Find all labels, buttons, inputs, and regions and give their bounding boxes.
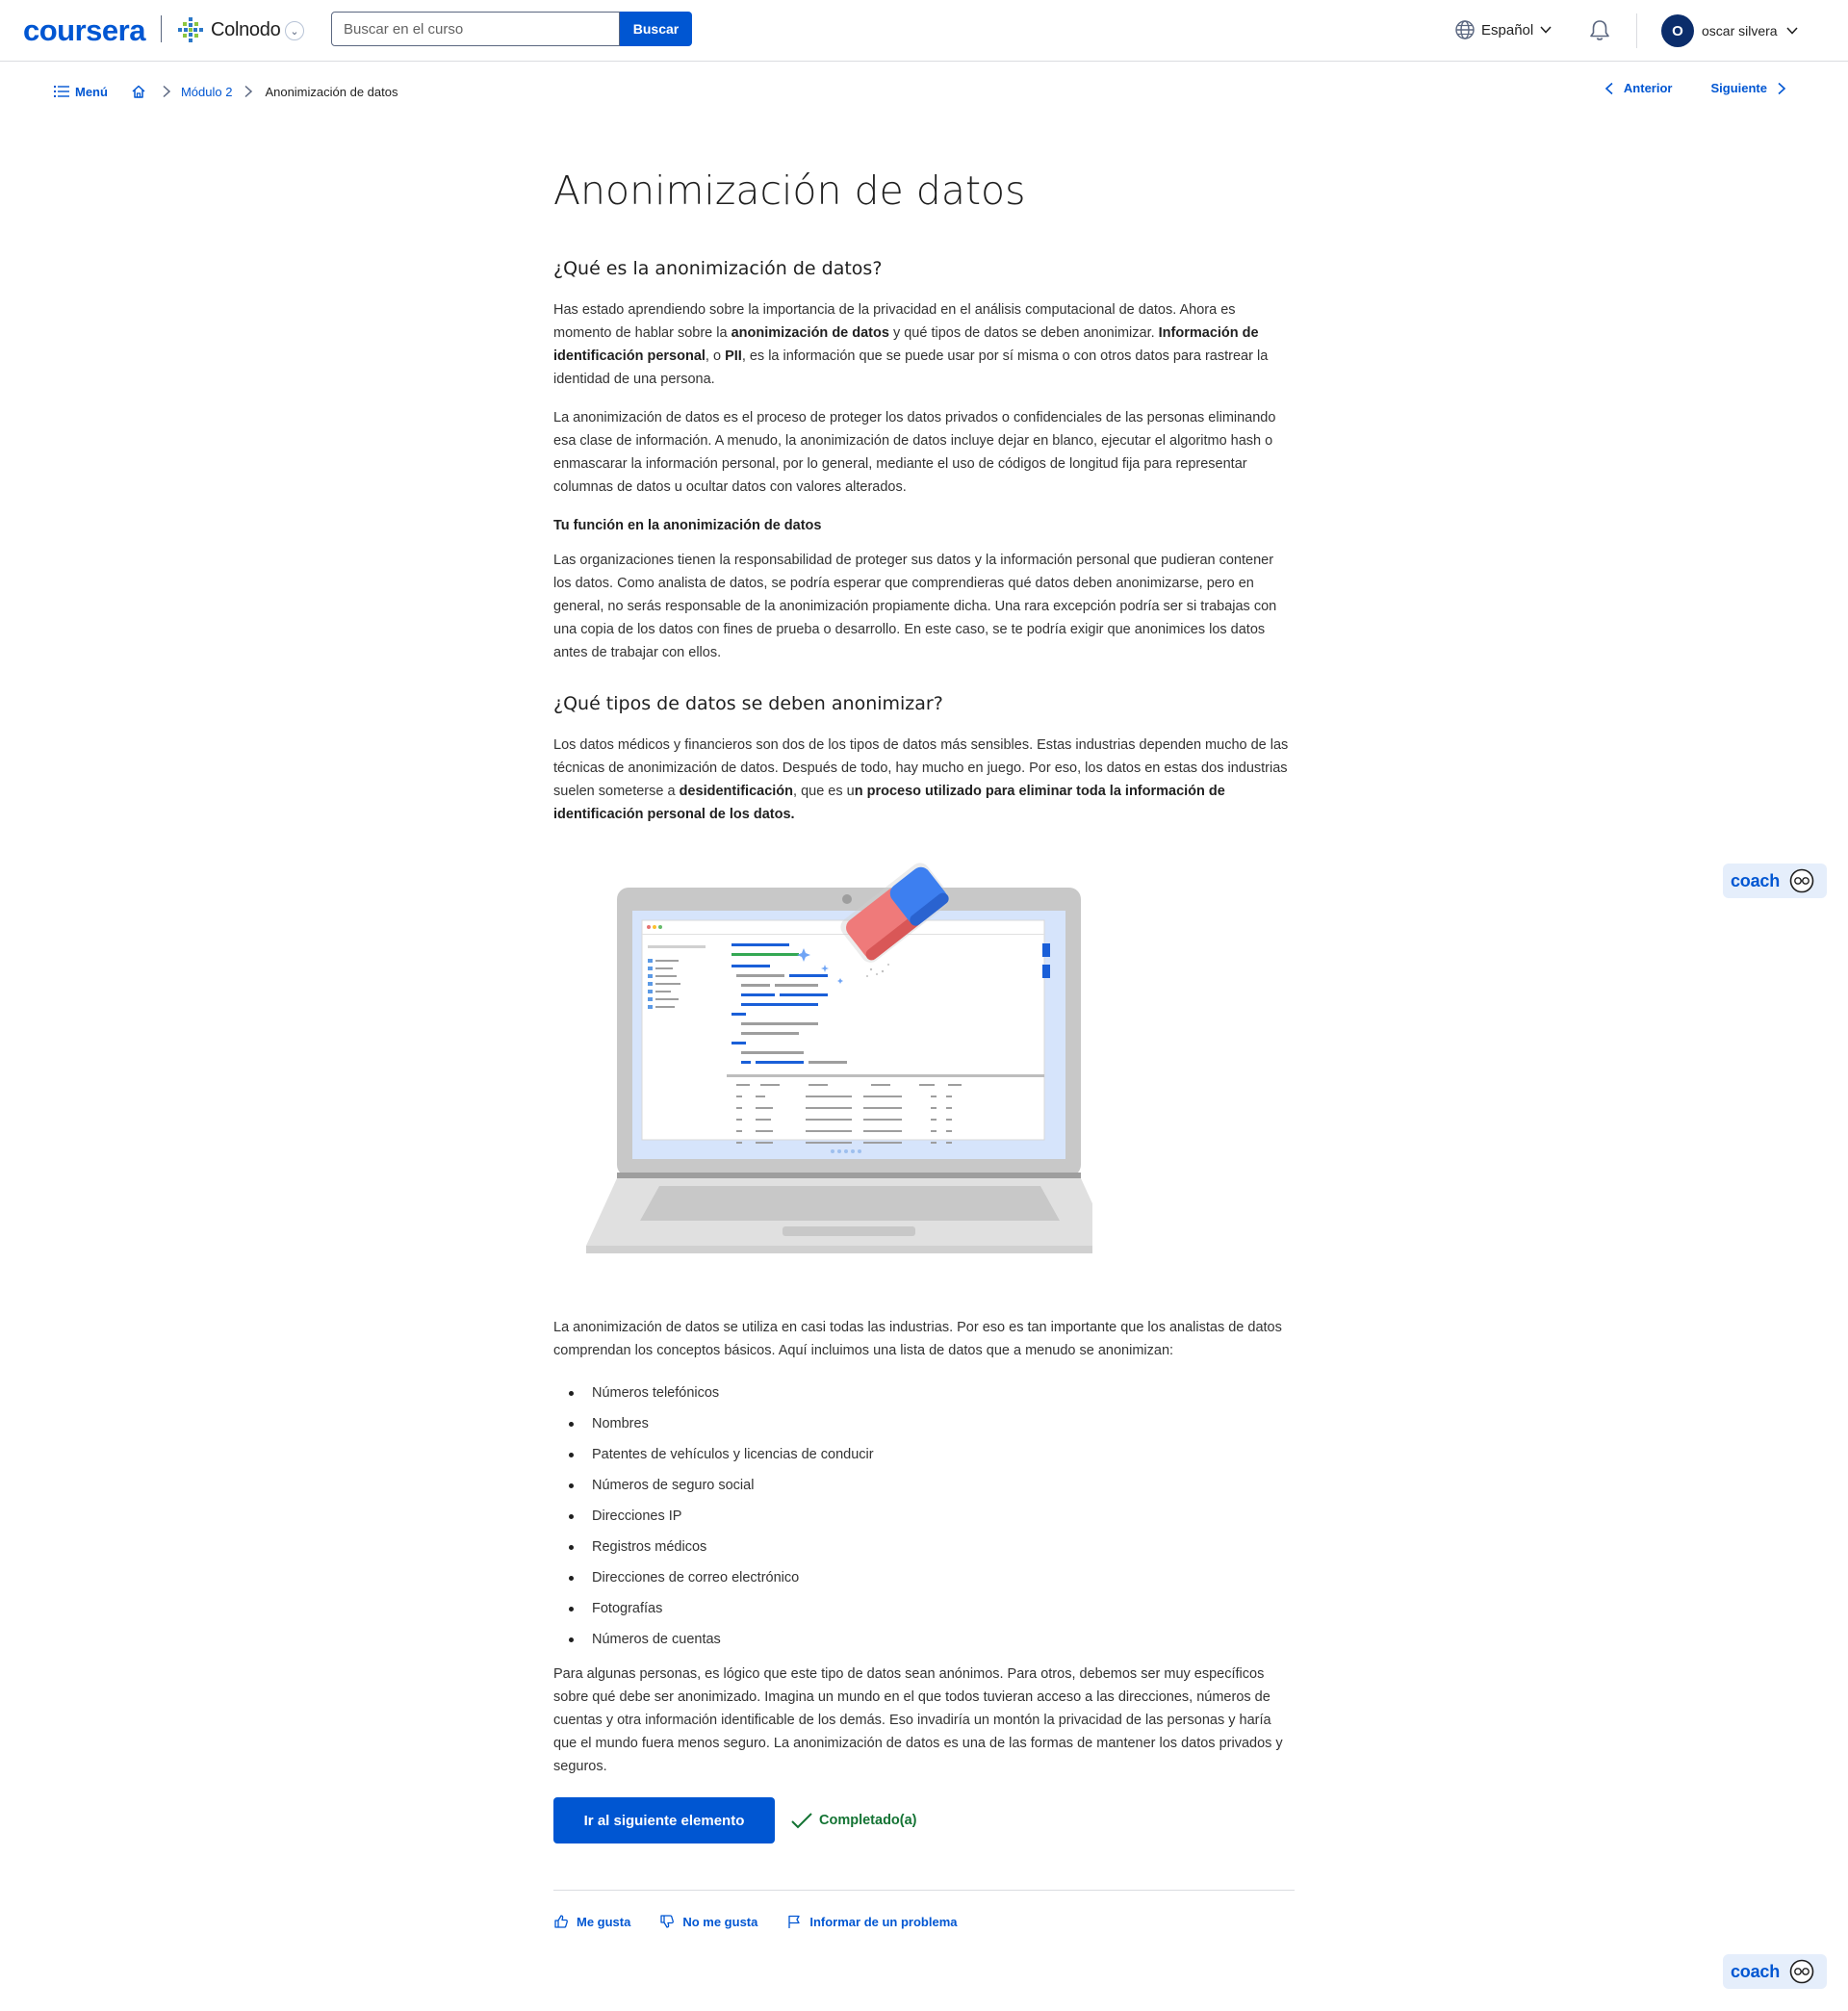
chevron-right-icon	[244, 85, 253, 98]
chevron-down-icon	[1540, 26, 1552, 34]
search-button[interactable]: Buscar	[620, 12, 692, 46]
list-menu-icon	[54, 86, 69, 97]
coach-label: coach	[1731, 870, 1781, 890]
language-label: Español	[1481, 21, 1534, 39]
partner-switcher[interactable]: Colnodo	[176, 13, 281, 46]
previous-label: Anterior	[1623, 81, 1673, 95]
paragraph-intro: Has estado aprendiendo sobre la importan…	[553, 302, 1269, 387]
user-name: oscar silvera	[1702, 23, 1778, 39]
list-item: Números de cuentas	[553, 1624, 1295, 1655]
content-divider	[553, 1890, 1295, 1891]
home-link[interactable]	[131, 84, 146, 99]
section-heading-types: ¿Qué tipos de datos se deben anonimizar?	[553, 693, 943, 714]
partner-name: Colnodo	[211, 18, 281, 40]
coach-label: coach	[1731, 1961, 1781, 1981]
coach-button[interactable]: coach	[1723, 1954, 1827, 1989]
list-item: Registros médicos	[553, 1532, 1295, 1562]
avatar: O	[1661, 14, 1694, 47]
page-title: Anonimización de datos	[553, 168, 1026, 214]
paragraph-your-role: Las organizaciones tienen la responsabil…	[553, 553, 1277, 660]
like-label: Me gusta	[577, 1914, 631, 1929]
list-item: Números de seguro social	[553, 1470, 1295, 1501]
flag-icon	[788, 1915, 801, 1928]
breadcrumb-module-link[interactable]: Módulo 2	[181, 85, 232, 99]
reading-content: Anonimización de datos ¿Qué es la anonim…	[553, 166, 1295, 1929]
top-header: coursera Colnodo ⌄ Buscar Español	[0, 0, 1848, 62]
completed-status: Completado(a)	[790, 1811, 917, 1830]
checkmark-icon	[791, 1813, 812, 1829]
chevron-right-icon	[163, 85, 171, 98]
laptop-eraser-illustration	[586, 863, 1112, 1253]
breadcrumb-current: Anonimización de datos	[265, 84, 398, 99]
paragraph-conclusion: Para algunas personas, es lógico que est…	[553, 1666, 1283, 1774]
go-to-next-item-button[interactable]: Ir al siguiente elemento	[553, 1797, 775, 1843]
logo-divider	[161, 15, 162, 42]
coursera-logo[interactable]: coursera	[23, 13, 145, 48]
paragraph-list-intro: La anonimización de datos se utiliza en …	[553, 1320, 1282, 1358]
list-item: Patentes de vehículos y licencias de con…	[553, 1439, 1295, 1470]
course-search-input[interactable]	[331, 12, 620, 46]
completed-label: Completado(a)	[819, 1813, 917, 1828]
anonymized-data-list: Números telefónicos Nombres Patentes de …	[553, 1378, 1295, 1655]
completion-actions: Ir al siguiente elemento Completado(a)	[553, 1797, 1295, 1843]
notifications-bell-icon[interactable]	[1586, 17, 1613, 44]
dislike-label: No me gusta	[682, 1914, 758, 1929]
menu-button[interactable]: Menú	[54, 85, 108, 99]
next-label: Siguiente	[1710, 81, 1767, 95]
previous-button[interactable]: Anterior	[1604, 81, 1673, 95]
thumbs-up-icon	[554, 1915, 568, 1928]
report-label: Informar de un problema	[809, 1914, 958, 1929]
chevron-down-icon	[1786, 27, 1798, 35]
coach-button[interactable]: coach	[1723, 864, 1827, 898]
paragraph-types: Los datos médicos y financieros son dos …	[553, 737, 1289, 822]
section-heading-what-is: ¿Qué es la anonimización de datos?	[553, 258, 883, 279]
dislike-button[interactable]: No me gusta	[659, 1914, 757, 1929]
feedback-bar: Me gusta No me gusta Informar de un prob…	[553, 1914, 1295, 1929]
partner-dropdown-chevron-icon[interactable]: ⌄	[285, 21, 304, 40]
paragraph-definition: La anonimización de datos es el proceso …	[553, 410, 1276, 495]
list-item: Nombres	[553, 1408, 1295, 1439]
list-item: Direcciones de correo electrónico	[553, 1562, 1295, 1593]
subheading-your-role: Tu función en la anonimización de datos	[553, 518, 822, 533]
user-menu[interactable]: O oscar silvera	[1661, 14, 1799, 47]
like-button[interactable]: Me gusta	[553, 1914, 630, 1929]
item-navigation: Anterior Siguiente	[1604, 81, 1786, 95]
globe-icon	[1455, 20, 1475, 39]
breadcrumb: Menú Módulo 2 Anonimización de datos	[54, 81, 398, 102]
header-divider	[1636, 13, 1637, 48]
colnodo-logo-icon	[178, 17, 203, 42]
coach-glasses-icon	[1789, 868, 1814, 893]
coach-glasses-icon	[1789, 1959, 1814, 1984]
thumbs-down-icon	[660, 1915, 675, 1928]
language-selector[interactable]: Español	[1454, 19, 1553, 40]
home-icon	[132, 85, 145, 98]
list-item: Fotografías	[553, 1593, 1295, 1624]
menu-label: Menú	[75, 84, 108, 99]
list-item: Números telefónicos	[553, 1378, 1295, 1408]
next-button[interactable]: Siguiente	[1710, 81, 1786, 95]
list-item: Direcciones IP	[553, 1501, 1295, 1532]
chevron-left-icon	[1604, 82, 1613, 94]
report-problem-button[interactable]: Informar de un problema	[786, 1914, 958, 1929]
chevron-right-icon	[1778, 82, 1786, 94]
